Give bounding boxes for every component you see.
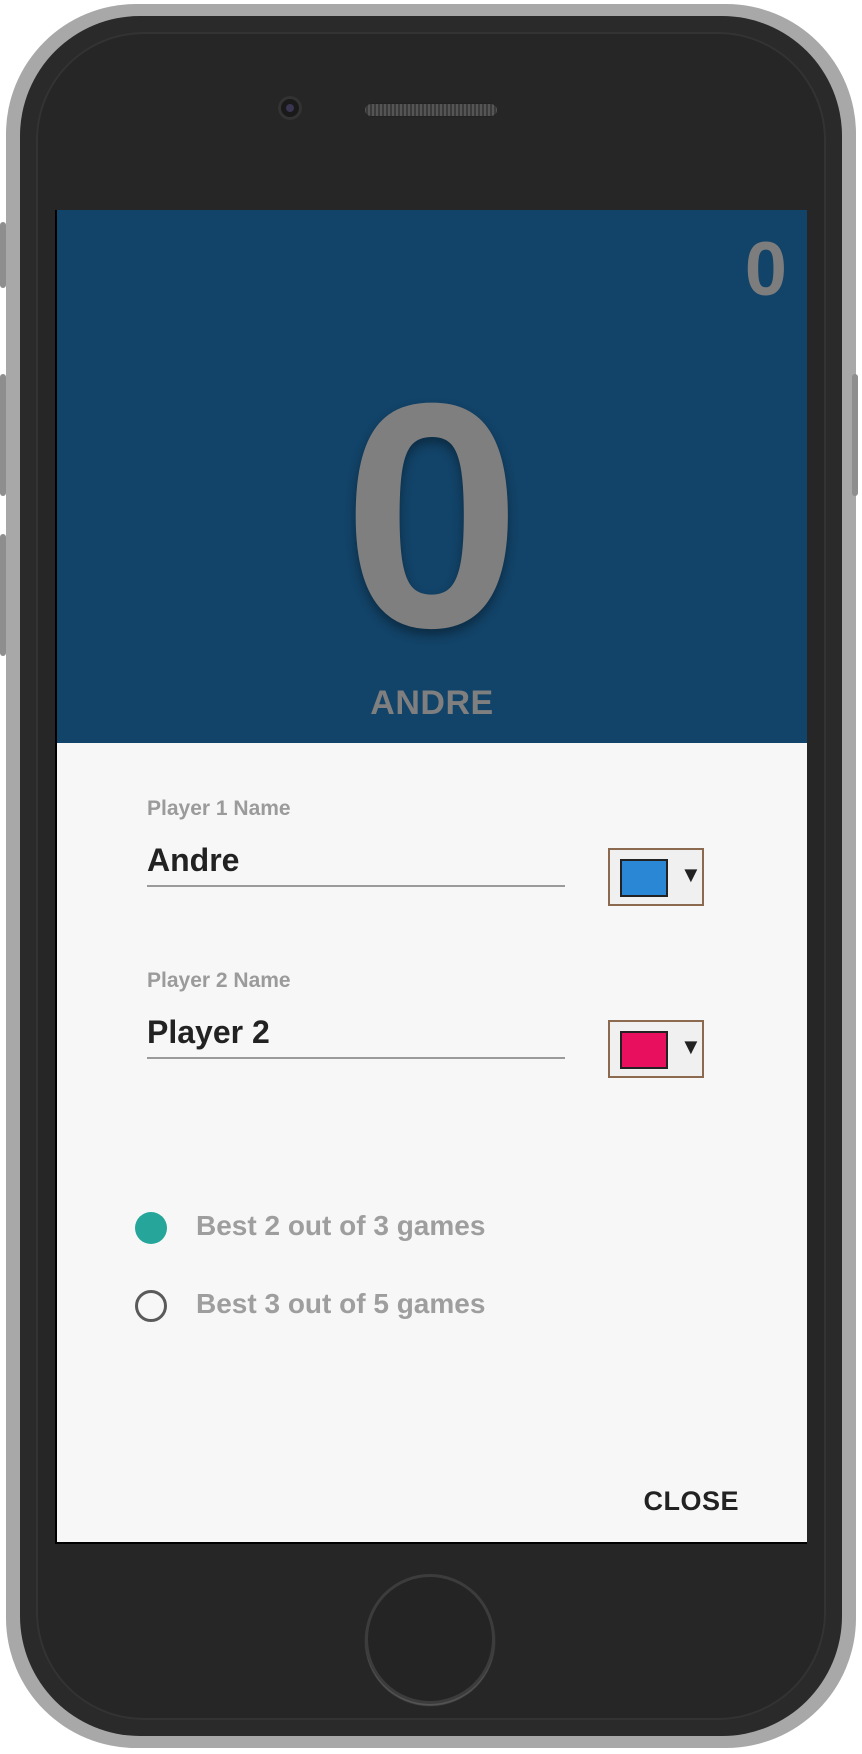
player1-name-field[interactable] <box>147 835 565 887</box>
home-button[interactable] <box>365 1574 495 1704</box>
player1-name-label: Player 1 Name <box>147 797 291 820</box>
player2-color-picker[interactable]: ▼ <box>608 1020 704 1078</box>
earpiece-speaker <box>364 103 498 117</box>
radio-best-of-5[interactable] <box>135 1290 167 1322</box>
opponent-score: 0 <box>744 227 787 312</box>
power-button <box>852 374 858 496</box>
radio-best-of-3[interactable] <box>135 1212 167 1244</box>
close-button[interactable]: CLOSE <box>643 1486 739 1517</box>
main-score: 0 <box>343 336 521 694</box>
front-camera <box>278 96 302 120</box>
app-screen: 0 0 ANDRE Player 1 Name ▼ Player 2 Name … <box>55 210 807 1544</box>
volume-down-button <box>0 534 6 656</box>
radio-best-of-5-label[interactable]: Best 3 out of 5 games <box>196 1288 485 1320</box>
caret-down-icon: ▼ <box>680 1034 702 1059</box>
caret-down-icon: ▼ <box>680 862 702 887</box>
player2-color-swatch <box>620 1031 668 1069</box>
player1-color-swatch <box>620 859 668 897</box>
mute-switch <box>0 222 6 288</box>
volume-up-button <box>0 374 6 496</box>
player2-name-field[interactable] <box>147 1007 565 1059</box>
radio-best-of-3-label[interactable]: Best 2 out of 3 games <box>196 1210 485 1242</box>
player2-name-label: Player 2 Name <box>147 969 291 992</box>
score-panel[interactable]: 0 0 ANDRE <box>57 210 807 743</box>
player1-color-picker[interactable]: ▼ <box>608 848 704 906</box>
player-name-label: ANDRE <box>370 684 494 722</box>
